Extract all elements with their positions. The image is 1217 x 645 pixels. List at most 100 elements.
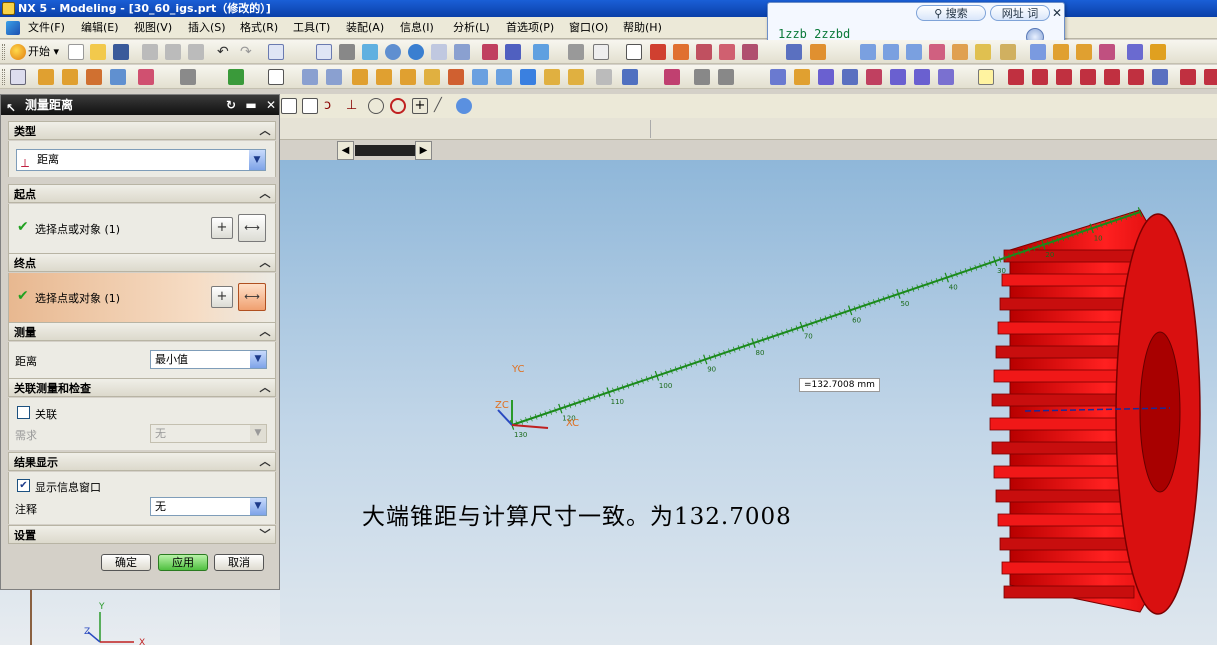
save-icon[interactable] xyxy=(113,44,129,60)
studio-surface-icon[interactable] xyxy=(938,69,954,85)
expand-icon[interactable]: ﹀ xyxy=(257,527,273,543)
rotate-icon[interactable] xyxy=(408,44,424,60)
menu-insert[interactable]: 插入(S) xyxy=(188,17,226,39)
collapse-icon[interactable]: ︿ xyxy=(257,186,273,202)
perspective-icon[interactable] xyxy=(454,44,470,60)
collapse-icon[interactable]: ︿ xyxy=(257,324,273,340)
point-constructor-icon[interactable]: + xyxy=(211,217,233,239)
menu-help[interactable]: 帮助(H) xyxy=(623,17,662,39)
url-button[interactable]: 网址 词 xyxy=(990,5,1050,21)
collapse-icon[interactable]: ︿ xyxy=(257,454,273,470)
circle-icon[interactable] xyxy=(1128,69,1144,85)
snap-quadrant-icon[interactable] xyxy=(390,98,406,114)
ruled-icon[interactable] xyxy=(842,69,858,85)
dropdown-arrow-icon[interactable]: ▼ xyxy=(250,351,266,368)
new-file-icon[interactable] xyxy=(68,44,84,60)
transform-icon[interactable] xyxy=(180,69,196,85)
sew-icon[interactable] xyxy=(596,69,612,85)
end-select-label[interactable]: 选择点或对象 (1) xyxy=(35,290,120,306)
wcs-set-icon[interactable] xyxy=(1000,44,1016,60)
dropdown-arrow-icon[interactable]: ▼ xyxy=(249,150,265,170)
search-button[interactable]: ⚲ 搜索 xyxy=(916,5,986,21)
minimize-icon[interactable]: ▬ xyxy=(243,97,259,113)
start-button[interactable]: 开始 ▾ xyxy=(10,43,59,61)
collapse-icon[interactable]: ︿ xyxy=(257,380,273,396)
snap-point-constructor-icon[interactable] xyxy=(456,98,472,114)
menu-edit[interactable]: 编辑(E) xyxy=(81,17,119,39)
assoc-section-header[interactable]: 关联测量和检查 ︿ xyxy=(8,378,276,397)
snap-center-icon[interactable] xyxy=(368,98,384,114)
distance-select[interactable]: 最小值 ▼ xyxy=(150,350,267,369)
mirror-icon[interactable] xyxy=(568,69,584,85)
snap-line-icon[interactable] xyxy=(281,98,297,114)
restore-icon[interactable] xyxy=(505,44,521,60)
sketch-icon[interactable] xyxy=(10,69,26,85)
start-section-header[interactable]: 起点 ︿ xyxy=(8,184,276,203)
ok-button[interactable]: 确定 xyxy=(101,554,151,571)
snap-curve-icon[interactable]: ↄ xyxy=(324,98,340,114)
toolbar-grip-2[interactable] xyxy=(2,69,5,85)
menu-tools[interactable]: 工具(T) xyxy=(293,17,330,39)
wcs-rotate-icon[interactable] xyxy=(906,44,922,60)
block-icon[interactable] xyxy=(110,69,126,85)
shaded-cube-icon[interactable] xyxy=(533,44,549,60)
chamfer-curve-icon[interactable] xyxy=(1204,69,1217,85)
swept-icon[interactable] xyxy=(890,69,906,85)
scroll-left-icon[interactable]: ◀ xyxy=(337,141,354,160)
wcs-origin-icon[interactable] xyxy=(883,44,899,60)
pan-icon[interactable] xyxy=(431,44,447,60)
collapse-icon[interactable]: ︿ xyxy=(257,123,273,139)
hole-icon[interactable] xyxy=(138,69,154,85)
scroll-thumb[interactable] xyxy=(355,145,415,156)
dialog-close-icon[interactable]: ✕ xyxy=(263,97,279,113)
reset-icon[interactable]: ↻ xyxy=(223,97,239,113)
arc-icon[interactable] xyxy=(1032,69,1048,85)
curve-icon[interactable] xyxy=(694,69,710,85)
rect-icon[interactable] xyxy=(1152,69,1168,85)
type-select[interactable]: ⟂ 距离 ▼ xyxy=(16,149,266,171)
snap-on-curve-icon[interactable]: ╱ xyxy=(434,98,450,114)
start-select-label[interactable]: 选择点或对象 (1) xyxy=(35,221,120,237)
word-button-label[interactable]: 词 xyxy=(1027,7,1038,20)
datum-icon[interactable] xyxy=(228,69,244,85)
wcs-orient-icon[interactable] xyxy=(929,44,945,60)
result-section-header[interactable]: 结果显示 ︿ xyxy=(8,452,276,471)
snap-perpendicular-icon[interactable]: ⊥ xyxy=(346,98,362,114)
color-icon[interactable] xyxy=(1030,44,1046,60)
snap-point-on-icon[interactable]: + xyxy=(412,98,428,114)
menu-view[interactable]: 视图(V) xyxy=(134,17,172,39)
menu-window[interactable]: 窗口(O) xyxy=(569,17,608,39)
show-info-checkbox[interactable]: ✔ xyxy=(17,479,30,492)
end-section-header[interactable]: 终点 ︿ xyxy=(8,253,276,272)
undo-icon[interactable]: ↶ xyxy=(217,44,233,60)
zoom-icon[interactable] xyxy=(362,44,378,60)
note-select[interactable]: 无 ▼ xyxy=(150,497,267,516)
open-folder-icon[interactable] xyxy=(90,44,106,60)
spline-icon[interactable] xyxy=(1104,69,1120,85)
split-icon[interactable] xyxy=(472,69,488,85)
endpoint-icon[interactable] xyxy=(650,44,666,60)
toolbar-grip[interactable] xyxy=(2,44,5,60)
lighting-icon[interactable] xyxy=(1099,44,1115,60)
menu-analysis[interactable]: 分析(L) xyxy=(453,17,490,39)
face-icon[interactable] xyxy=(794,69,810,85)
zoom-box-icon[interactable] xyxy=(339,44,355,60)
pattern-icon[interactable] xyxy=(544,69,560,85)
dropdown-arrow-icon[interactable]: ▼ xyxy=(250,498,266,515)
select-object-icon[interactable]: ⟷ xyxy=(238,283,266,311)
measure-section-header[interactable]: 测量 ︿ xyxy=(8,322,276,341)
type-section-header[interactable]: 类型 ︿ xyxy=(8,121,276,140)
line-icon[interactable] xyxy=(718,69,734,85)
snap-point-icon[interactable] xyxy=(626,44,642,60)
copy-tool-icon[interactable] xyxy=(165,44,181,60)
menu-assembly[interactable]: 装配(A) xyxy=(346,17,384,39)
collapse-icon[interactable]: ︿ xyxy=(257,255,273,271)
plane-icon[interactable] xyxy=(268,69,284,85)
n-sided-icon[interactable] xyxy=(914,69,930,85)
menu-preferences[interactable]: 首选项(P) xyxy=(506,17,554,39)
quick-pick-icon[interactable] xyxy=(810,44,826,60)
revolve-icon[interactable] xyxy=(62,69,78,85)
graphics-viewport[interactable] xyxy=(280,160,1217,645)
offset-icon[interactable] xyxy=(496,69,512,85)
sweep-icon[interactable] xyxy=(86,69,102,85)
